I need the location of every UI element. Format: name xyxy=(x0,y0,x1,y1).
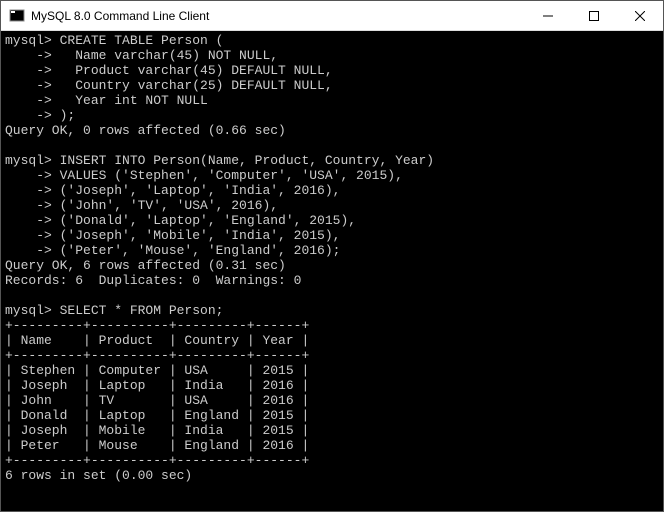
close-button[interactable] xyxy=(617,1,663,30)
app-window: MySQL 8.0 Command Line Client mysql> CRE… xyxy=(0,0,664,512)
window-title: MySQL 8.0 Command Line Client xyxy=(31,9,525,23)
window-controls xyxy=(525,1,663,30)
minimize-button[interactable] xyxy=(525,1,571,30)
app-icon xyxy=(9,8,25,24)
maximize-button[interactable] xyxy=(571,1,617,30)
terminal-output[interactable]: mysql> CREATE TABLE Person ( -> Name var… xyxy=(1,31,663,511)
titlebar[interactable]: MySQL 8.0 Command Line Client xyxy=(1,1,663,31)
